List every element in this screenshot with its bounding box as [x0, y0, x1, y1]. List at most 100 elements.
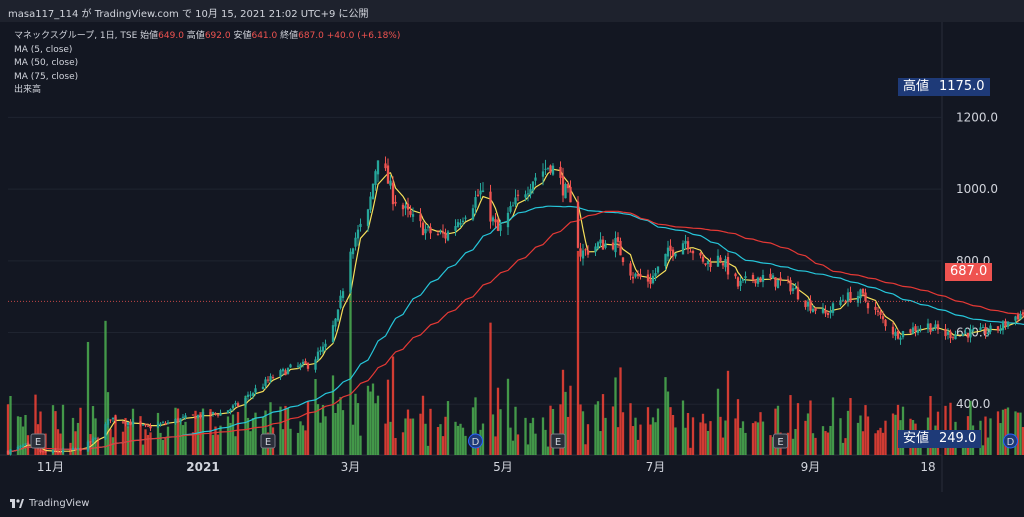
- volume-bar: [544, 429, 547, 455]
- volume-bar: [524, 417, 527, 455]
- candle-body: [751, 274, 755, 280]
- candle-body: [734, 273, 737, 277]
- candle-body: [611, 242, 615, 250]
- candle-body: [549, 165, 552, 173]
- candle-body: [301, 361, 305, 364]
- candle-body: [464, 217, 467, 219]
- volume-bar: [509, 427, 512, 455]
- symbol-info: マネックスグループ, 1日, TSE: [14, 31, 138, 41]
- volume-bar: [806, 413, 810, 455]
- candle-body: [594, 246, 597, 253]
- volume-bar: [164, 437, 167, 455]
- volume-bar: [741, 421, 745, 455]
- candle-body: [179, 418, 182, 422]
- candle-body: [354, 237, 357, 247]
- volume-bar: [376, 395, 380, 455]
- candle-body: [421, 222, 425, 236]
- volume-bar: [279, 406, 282, 455]
- candle-body: [106, 419, 110, 425]
- volume-bar: [234, 436, 237, 455]
- volume-legend[interactable]: 出来高: [14, 84, 400, 98]
- volume-bar: [444, 416, 447, 455]
- volume-bar: [181, 425, 185, 455]
- ma5-legend[interactable]: MA (5, close): [14, 44, 400, 58]
- volume-bar: [841, 442, 845, 455]
- candle-body: [934, 324, 937, 328]
- candle-body: [349, 251, 352, 293]
- volume-bar: [581, 411, 585, 455]
- volume-bar: [219, 425, 222, 455]
- candle-body: [524, 194, 527, 198]
- tradingview-brand[interactable]: TradingView: [10, 498, 89, 509]
- volume-bar: [319, 422, 322, 455]
- volume-bar: [1001, 409, 1005, 455]
- volume-bar: [6, 404, 10, 455]
- candle-body: [461, 220, 465, 222]
- candle-body: [614, 238, 617, 253]
- low-label: 安値: [233, 31, 252, 41]
- candle-body: [296, 365, 300, 367]
- x-tick-label: 2021: [186, 460, 219, 474]
- volume-bar: [231, 414, 235, 455]
- volume-bar: [1016, 412, 1020, 455]
- candle-body: [654, 273, 657, 277]
- volume-bar: [306, 401, 310, 455]
- volume-bar: [701, 413, 705, 455]
- candle-body: [384, 163, 387, 169]
- volume-bar: [996, 411, 1000, 455]
- volume-bar: [184, 421, 187, 455]
- candle-body: [849, 291, 852, 303]
- ma50-legend[interactable]: MA (50, close): [14, 57, 400, 71]
- candle-body: [121, 421, 125, 423]
- volume-bar: [141, 444, 145, 455]
- volume-bar: [131, 408, 135, 455]
- candle-body: [471, 208, 475, 220]
- candle-body: [891, 326, 895, 335]
- volume-bar: [304, 430, 307, 455]
- volume-bar: [639, 424, 642, 455]
- candle-body: [969, 329, 972, 338]
- candle-body: [929, 323, 932, 332]
- volume-bar: [604, 417, 607, 455]
- candle-body: [436, 233, 440, 235]
- candle-body: [334, 318, 337, 327]
- volume-bar: [709, 421, 712, 455]
- volume-bar: [359, 435, 362, 455]
- volume-bar: [514, 406, 517, 455]
- candle-body: [806, 301, 810, 307]
- candle-body: [874, 306, 877, 310]
- volume-bar: [161, 439, 165, 455]
- ma75-legend[interactable]: MA (75, close): [14, 71, 400, 85]
- volume-bar: [109, 428, 112, 455]
- earnings-marker[interactable]: E: [30, 433, 46, 449]
- earnings-marker[interactable]: E: [260, 433, 276, 449]
- candle-body: [41, 451, 45, 453]
- volume-bar: [301, 425, 305, 455]
- volume-bar: [759, 412, 762, 455]
- dividend-marker[interactable]: D: [468, 433, 483, 449]
- candle-body: [511, 205, 515, 207]
- candle-body: [769, 273, 772, 278]
- candle-body: [489, 191, 492, 222]
- chart-legend: マネックスグループ, 1日, TSE 始値649.0 高値692.0 安値641…: [14, 30, 400, 98]
- volume-bar: [611, 406, 615, 455]
- volume-bar: [404, 418, 407, 455]
- earnings-marker[interactable]: E: [550, 433, 566, 449]
- volume-bar: [129, 421, 132, 455]
- volume-bar: [174, 407, 177, 455]
- volume-bar: [341, 410, 345, 455]
- volume-bar: [874, 433, 877, 455]
- volume-bar: [216, 434, 220, 455]
- volume-bar: [699, 422, 702, 455]
- volume-bar: [196, 416, 200, 455]
- candle-body: [861, 288, 865, 294]
- dividend-marker[interactable]: D: [1003, 433, 1018, 449]
- volume-bar: [751, 423, 755, 455]
- candle-body: [281, 369, 285, 372]
- volume-bar: [849, 398, 852, 455]
- candle-body: [359, 223, 362, 227]
- earnings-marker[interactable]: E: [773, 433, 788, 449]
- candle-body: [424, 228, 427, 234]
- volume-bar: [734, 418, 737, 455]
- volume-bar: [439, 424, 442, 455]
